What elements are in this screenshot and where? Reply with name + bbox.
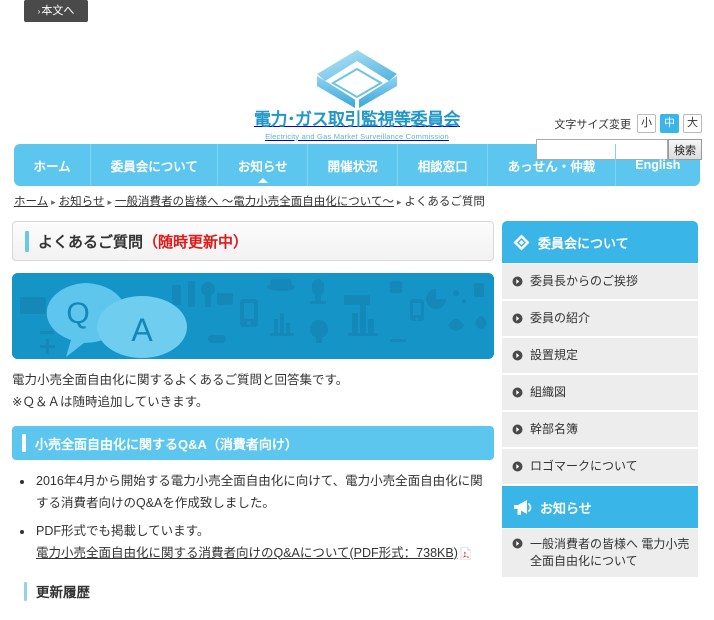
hexagon-book-logo-icon bbox=[317, 50, 397, 108]
section-accent-bar bbox=[22, 434, 26, 452]
page-title: よくあるご質問（随時更新中） bbox=[12, 221, 494, 261]
section-header-consumer-qa: 小売全面自由化に関するQ&A（消費者向け） bbox=[12, 426, 494, 460]
logo-title-jp: 電力･ガス取引監視等委員会 bbox=[254, 110, 461, 129]
font-size-medium-button[interactable]: 中 bbox=[660, 114, 679, 133]
nav-item-meetings[interactable]: 開催状況 bbox=[308, 144, 399, 186]
breadcrumb-item-news[interactable]: お知らせ bbox=[59, 196, 105, 208]
list-item: 2016年4月から開始する電力小売全面自由化に向けて、電力小売全面自由化に関する… bbox=[34, 471, 494, 514]
nav-item-about-commission[interactable]: 委員会について bbox=[91, 144, 219, 186]
list-item: PDF形式でも掲載しています。 電力小売全面自由化に関する消費者向けのQ&Aにつ… bbox=[34, 521, 494, 567]
sidebar-item-org-chart[interactable]: 組織図 bbox=[502, 375, 698, 412]
pdf-icon bbox=[460, 546, 472, 568]
skip-to-content-link[interactable]: ›本文へ bbox=[24, 0, 88, 22]
lead-paragraph: 電力小売全面自由化に関するよくあるご質問と回答集です。 ※Ｑ＆Ａは随時追加してい… bbox=[12, 370, 494, 413]
sidebar-item-label: 設置規定 bbox=[530, 348, 579, 363]
sidebar-header-label: 委員会について bbox=[538, 235, 629, 251]
nav-item-english[interactable]: English bbox=[616, 144, 700, 186]
chevron-right-icon: › bbox=[37, 7, 41, 16]
update-history-header: 更新履歴 bbox=[12, 576, 494, 606]
sidebar-item-logo-mark[interactable]: ロゴマークについて bbox=[502, 449, 698, 486]
logo-title-en: Electricity and Gas Market Surveillance … bbox=[265, 131, 449, 141]
sidebar-header-about-commission: 委員会について bbox=[502, 221, 698, 263]
breadcrumb-separator-icon: ▸ bbox=[107, 197, 112, 207]
breadcrumb-separator-icon: ▸ bbox=[51, 197, 56, 207]
qa-bullet-list: 2016年4月から開始する電力小売全面自由化に向けて、電力小売全面自由化に関する… bbox=[34, 471, 494, 567]
chevron-right-circle-icon bbox=[512, 313, 523, 324]
chevron-right-circle-icon bbox=[512, 276, 523, 287]
site-logo[interactable]: 電力･ガス取引監視等委員会 Electricity and Gas Market… bbox=[227, 48, 487, 141]
lead-line-1: 電力小売全面自由化に関するよくあるご質問と回答集です。 bbox=[12, 373, 349, 387]
font-size-label: 文字サイズ変更 bbox=[554, 118, 631, 131]
update-history-label: 更新履歴 bbox=[36, 585, 90, 600]
sidebar-item-regulations[interactable]: 設置規定 bbox=[502, 338, 698, 375]
section-header-label: 小売全面自由化に関するQ&A（消費者向け） bbox=[35, 436, 298, 452]
sidebar-item-members[interactable]: 委員の紹介 bbox=[502, 301, 698, 338]
pdf-download-link[interactable]: 電力小売全面自由化に関する消費者向けのQ&Aについて(PDF形式：738KB) bbox=[36, 546, 458, 560]
history-accent-bar bbox=[24, 581, 27, 601]
sidebar-item-label: 委員の紹介 bbox=[530, 311, 591, 326]
sidebar-item-executive-roster[interactable]: 幹部名簿 bbox=[502, 412, 698, 449]
sidebar-item-consumer-liberalization[interactable]: 一般消費者の皆様へ 電力小売全面自由化について bbox=[502, 529, 698, 579]
sidebar: 委員会について 委員長からのご挨拶 委員の紹介 設置規定 組織図 幹部名簿 ロゴ… bbox=[502, 221, 698, 579]
breadcrumb-item-liberalization[interactable]: 一般消費者の皆様へ ～電力小売全面自由化について～ bbox=[115, 196, 394, 208]
chevron-right-circle-icon bbox=[512, 424, 523, 435]
page-title-highlight: （随時更新中） bbox=[143, 233, 249, 251]
skip-link-label: 本文へ bbox=[41, 5, 75, 17]
sidebar-header-label: お知らせ bbox=[540, 500, 592, 516]
sidebar-item-greeting[interactable]: 委員長からのご挨拶 bbox=[502, 264, 698, 301]
chevron-right-circle-icon bbox=[512, 387, 523, 398]
breadcrumb-item-current: よくあるご質問 bbox=[404, 196, 485, 208]
nav-item-consultation[interactable]: 相談窓口 bbox=[398, 144, 489, 186]
chevron-right-circle-icon bbox=[512, 538, 523, 549]
bullet-text-2: PDF形式でも掲載しています。 bbox=[36, 524, 210, 538]
breadcrumb-separator-icon: ▸ bbox=[396, 197, 402, 207]
font-size-large-button[interactable]: 大 bbox=[683, 114, 702, 133]
chevron-right-circle-icon bbox=[512, 461, 523, 472]
a-letter: A bbox=[131, 312, 153, 348]
skip-bar: ›本文へ bbox=[0, 0, 714, 26]
title-accent-bar bbox=[25, 230, 29, 252]
bullet-text-1: 2016年4月から開始する電力小売全面自由化に向けて、電力小売全面自由化に関する… bbox=[36, 474, 483, 510]
site-header: 電力･ガス取引監視等委員会 Electricity and Gas Market… bbox=[0, 26, 714, 160]
qa-banner-graphic: Q A bbox=[12, 273, 494, 359]
sidebar-item-label: 委員長からのご挨拶 bbox=[530, 274, 639, 289]
global-navigation: ホーム 委員会について お知らせ 開催状況 相談窓口 あっせん・仲裁 Engli… bbox=[14, 144, 700, 186]
lead-line-2: ※Ｑ＆Ａは随時追加していきます。 bbox=[12, 394, 209, 409]
content-wrapper: よくあるご質問（随時更新中） Q A 電力小売全面自由化に関するよくあるご質問と… bbox=[12, 221, 702, 606]
font-size-small-button[interactable]: 小 bbox=[637, 114, 656, 133]
breadcrumb: ホーム ▸ お知らせ ▸ 一般消費者の皆様へ ～電力小売全面自由化について～ ▸ よくあるご… bbox=[14, 193, 700, 209]
nav-item-news[interactable]: お知らせ bbox=[218, 144, 309, 186]
qa-banner: Q A bbox=[12, 273, 494, 359]
sidebar-item-label: ロゴマークについて bbox=[530, 459, 638, 474]
page-title-text: よくあるご質問 bbox=[38, 233, 144, 251]
diamond-icon bbox=[513, 234, 530, 250]
nav-item-mediation[interactable]: あっせん・仲裁 bbox=[488, 144, 616, 186]
chevron-right-circle-icon bbox=[512, 350, 523, 361]
main-content: よくあるご質問（随時更新中） Q A 電力小売全面自由化に関するよくあるご質問と… bbox=[12, 221, 494, 606]
breadcrumb-item-home[interactable]: ホーム bbox=[14, 196, 48, 208]
q-letter: Q bbox=[66, 297, 89, 330]
sidebar-item-label: 組織図 bbox=[530, 385, 567, 400]
megaphone-icon bbox=[514, 499, 532, 515]
sidebar-item-label: 幹部名簿 bbox=[530, 422, 579, 437]
sidebar-header-news: お知らせ bbox=[502, 486, 698, 528]
font-size-control: 文字サイズ変更 小 中 大 bbox=[516, 114, 702, 133]
sidebar-item-label: 一般消費者の皆様へ 電力小売全面自由化について bbox=[530, 537, 690, 568]
nav-item-home[interactable]: ホーム bbox=[14, 144, 92, 186]
